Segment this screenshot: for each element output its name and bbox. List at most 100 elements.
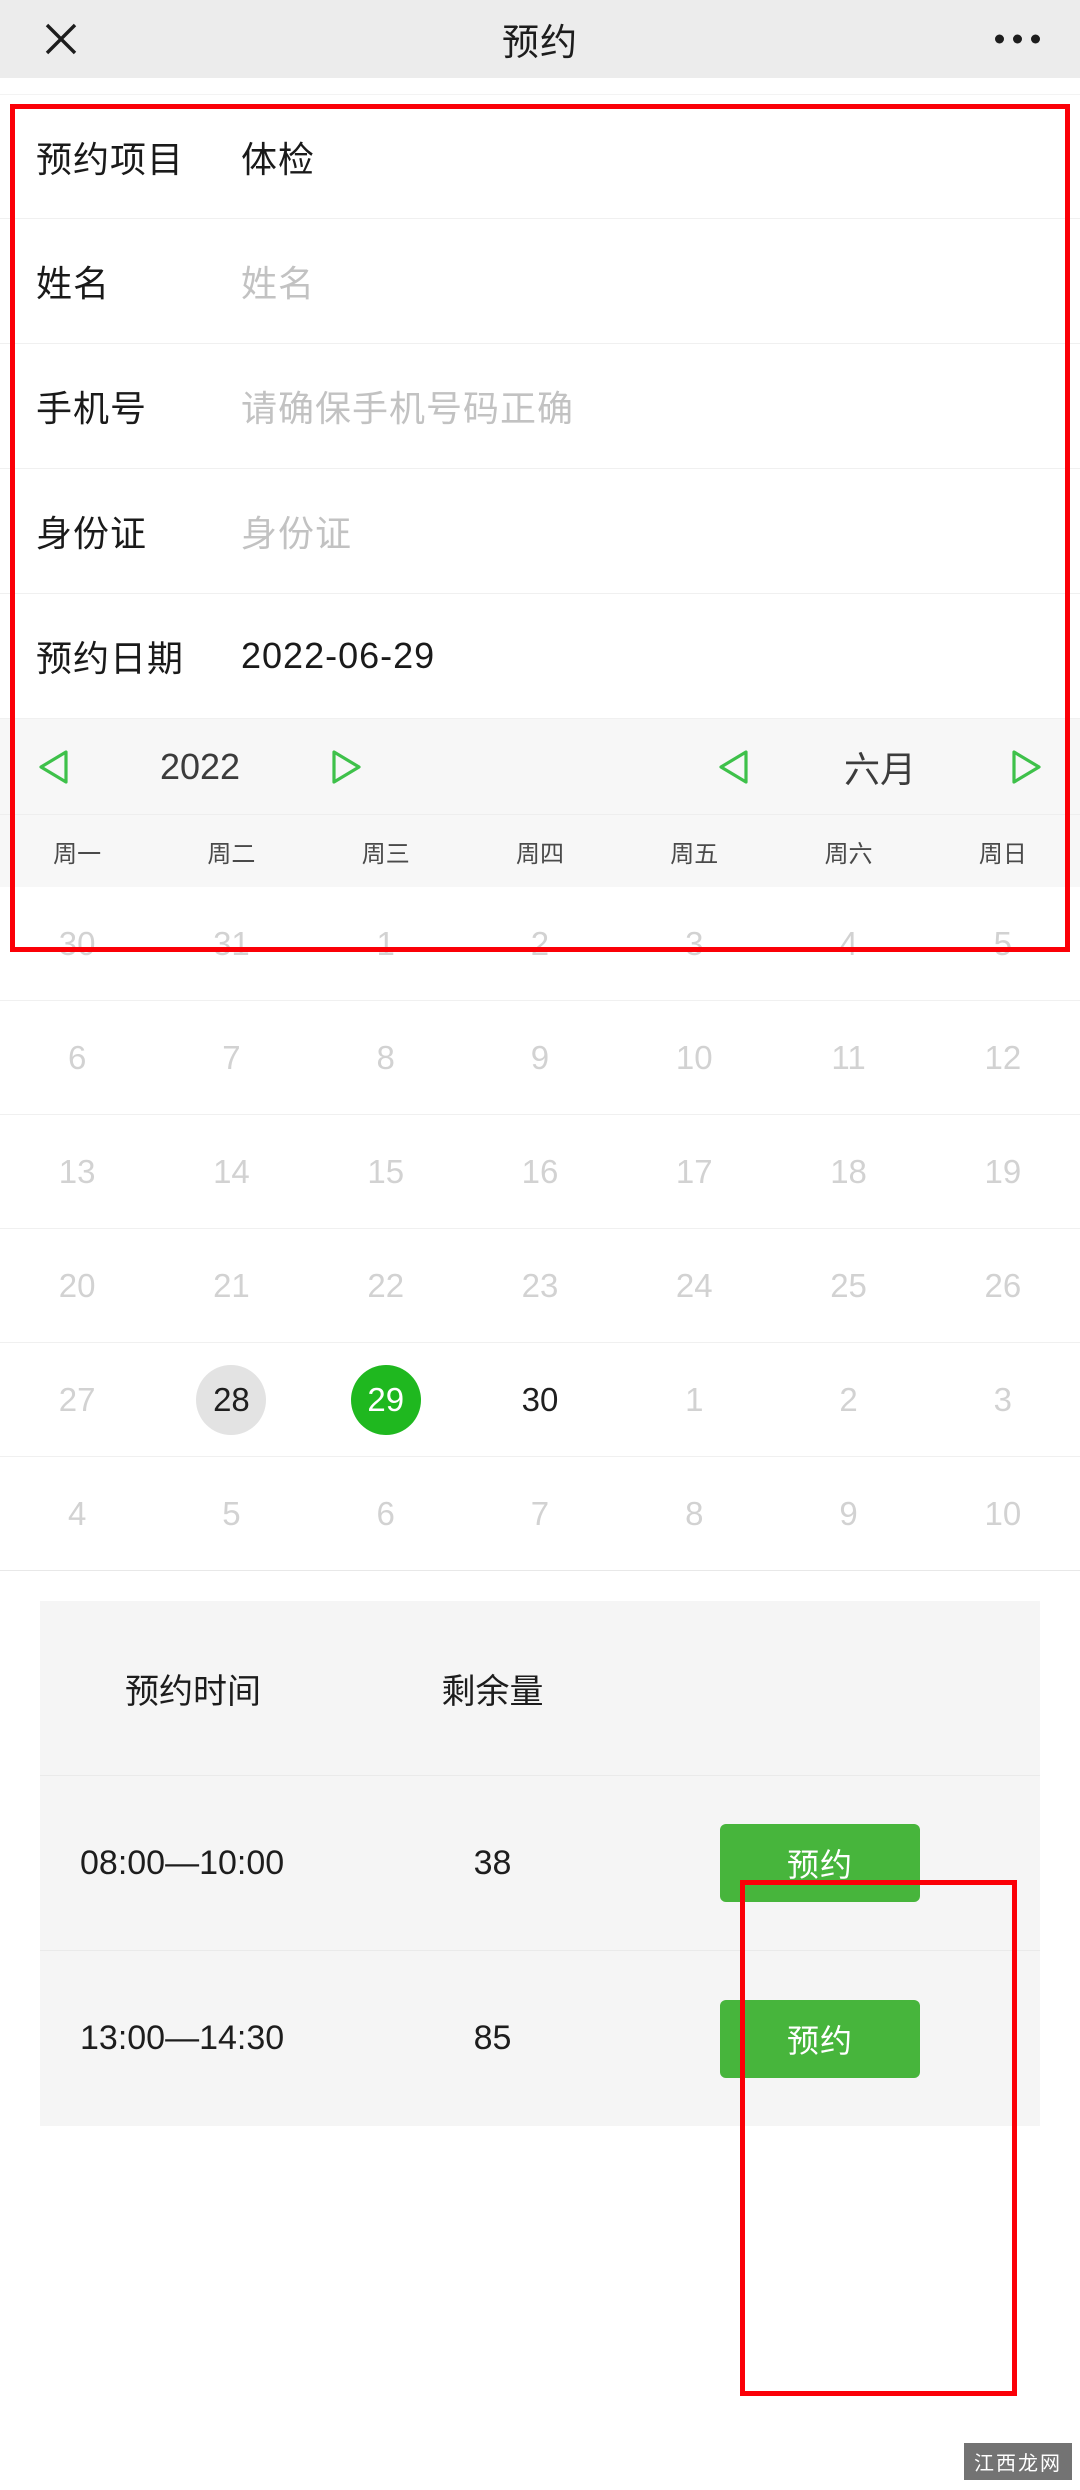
calendar-day-label: 9 <box>530 1039 550 1076</box>
calendar-day[interactable]: 12 <box>926 1001 1080 1114</box>
slot-remaining: 85 <box>473 2019 512 2057</box>
calendar-day[interactable]: 24 <box>617 1229 771 1342</box>
more-dots-icon[interactable] <box>995 34 1040 44</box>
calendar-day-label: 2 <box>530 925 550 962</box>
next-year-button[interactable] <box>290 744 400 790</box>
calendar-day[interactable]: 15 <box>309 1115 463 1228</box>
calendar-day[interactable]: 3 <box>617 887 771 1000</box>
calendar-day-label: 5 <box>222 1495 241 1532</box>
name-input[interactable]: 姓名 <box>241 255 315 307</box>
calendar-day-label: 17 <box>675 1153 713 1190</box>
calendar-day-label: 10 <box>675 1039 713 1076</box>
weekday-label: 周一 <box>53 840 102 868</box>
calendar-day[interactable]: 4 <box>0 1457 154 1570</box>
calendar-day[interactable]: 5 <box>154 1457 308 1570</box>
calendar-day-label: 30 <box>521 1381 559 1418</box>
close-icon[interactable] <box>38 16 84 62</box>
calendar-day-label: 21 <box>213 1267 250 1304</box>
calendar-month: 六月 <box>843 748 916 790</box>
slot-action-cell: 预约 <box>600 1999 1040 2078</box>
calendar-day-label: 31 <box>213 925 250 962</box>
calendar-day[interactable]: 10 <box>617 1001 771 1114</box>
slot-remaining: 38 <box>473 1843 512 1882</box>
calendar-day-label: 4 <box>67 1495 87 1532</box>
calendar-week-row: 20 21 22 23 24 25 26 <box>0 1229 1080 1343</box>
calendar-week-row: 30 31 1 2 3 4 5 <box>0 887 1080 1001</box>
calendar-day[interactable]: 9 <box>463 1001 617 1114</box>
calendar-day[interactable]: 2 <box>463 887 617 1000</box>
form-row-phone[interactable]: 手机号 请确保手机号码正确 <box>0 344 1080 469</box>
form-row-name[interactable]: 姓名 姓名 <box>0 219 1080 344</box>
calendar-day[interactable]: 17 <box>617 1115 771 1228</box>
calendar-day[interactable]: 4 <box>771 887 925 1000</box>
calendar-day[interactable]: 31 <box>154 887 308 1000</box>
calendar-day-label: 19 <box>984 1153 1022 1190</box>
book-button[interactable]: 预约 <box>720 1999 920 2078</box>
form-row-idcard[interactable]: 身份证 身份证 <box>0 469 1080 594</box>
calendar-day[interactable]: 1 <box>309 887 463 1000</box>
calendar-day[interactable]: 10 <box>926 1457 1080 1570</box>
calendar-day-label: 16 <box>521 1153 559 1190</box>
calendar-day[interactable]: 5 <box>926 887 1080 1000</box>
calendar-day-label: 23 <box>521 1267 559 1304</box>
calendar-day[interactable]: 28 <box>154 1343 308 1456</box>
calendar-day-label: 1 <box>376 925 395 962</box>
calendar-day[interactable]: 22 <box>309 1229 463 1342</box>
calendar-day[interactable]: 27 <box>0 1343 154 1456</box>
calendar-day[interactable]: 3 <box>926 1343 1080 1456</box>
calendar-day[interactable]: 16 <box>463 1115 617 1228</box>
calendar-day[interactable]: 29 <box>309 1343 463 1456</box>
calendar-day[interactable]: 26 <box>926 1229 1080 1342</box>
calendar-day[interactable]: 14 <box>154 1115 308 1228</box>
calendar-day[interactable]: 30 <box>463 1343 617 1456</box>
calendar-week-row: 6 7 8 9 10 11 12 <box>0 1001 1080 1115</box>
idcard-input[interactable]: 身份证 <box>241 505 352 557</box>
calendar-day-label: 8 <box>376 1039 395 1076</box>
section-divider <box>0 1571 1080 1601</box>
calendar-day[interactable]: 13 <box>0 1115 154 1228</box>
calendar-day[interactable]: 8 <box>617 1457 771 1570</box>
calendar-day[interactable]: 30 <box>0 887 154 1000</box>
calendar-day-label: 24 <box>675 1267 713 1304</box>
calendar-day[interactable]: 20 <box>0 1229 154 1342</box>
prev-month-button[interactable] <box>680 744 790 790</box>
watermark: 江西龙网 <box>964 2443 1072 2480</box>
calendar-day[interactable]: 25 <box>771 1229 925 1342</box>
calendar-day[interactable]: 2 <box>771 1343 925 1456</box>
calendar-day-label: 13 <box>58 1153 96 1190</box>
calendar-day-label: 12 <box>984 1039 1022 1076</box>
calendar-day-label: 11 <box>831 1039 866 1076</box>
calendar-day[interactable]: 19 <box>926 1115 1080 1228</box>
calendar-day[interactable]: 21 <box>154 1229 308 1342</box>
calendar-day-label: 22 <box>367 1267 405 1304</box>
calendar-day-label: 6 <box>67 1039 87 1076</box>
weekday-label: 周三 <box>361 840 410 868</box>
column-header-remaining: 剩余量 <box>441 1672 544 1711</box>
calendar-day[interactable]: 7 <box>463 1457 617 1570</box>
calendar-day[interactable]: 7 <box>154 1001 308 1114</box>
calendar-day[interactable]: 18 <box>771 1115 925 1228</box>
calendar-day[interactable]: 6 <box>309 1457 463 1570</box>
calendar-day[interactable]: 8 <box>309 1001 463 1114</box>
next-month-button[interactable] <box>970 744 1080 790</box>
phone-input[interactable]: 请确保手机号码正确 <box>241 380 574 432</box>
prev-year-button[interactable] <box>0 744 110 790</box>
calendar-week-row: 27 28 29 30 1 2 3 <box>0 1343 1080 1457</box>
weekday-label: 周五 <box>670 840 719 868</box>
calendar-day-label: 6 <box>376 1495 395 1532</box>
calendar-day[interactable]: 6 <box>0 1001 154 1114</box>
form-row-date[interactable]: 预约日期 2022-06-29 <box>0 594 1080 719</box>
calendar-day-label: 15 <box>367 1153 405 1190</box>
calendar-day[interactable]: 1 <box>617 1343 771 1456</box>
weekday-label: 周六 <box>824 840 873 868</box>
calendar-day-label: 1 <box>685 1381 704 1418</box>
calendar-day-label: 20 <box>58 1267 96 1304</box>
form-row-project[interactable]: 预约项目 体检 <box>0 94 1080 219</box>
table-row: 13:00—14:30 85 预约 <box>40 1951 1040 2126</box>
calendar-day-label: 8 <box>685 1495 704 1532</box>
book-button[interactable]: 预约 <box>720 1824 920 1902</box>
calendar-day[interactable]: 9 <box>771 1457 925 1570</box>
calendar-day[interactable]: 23 <box>463 1229 617 1342</box>
form-label: 手机号 <box>36 388 148 429</box>
calendar-day[interactable]: 11 <box>771 1001 925 1114</box>
